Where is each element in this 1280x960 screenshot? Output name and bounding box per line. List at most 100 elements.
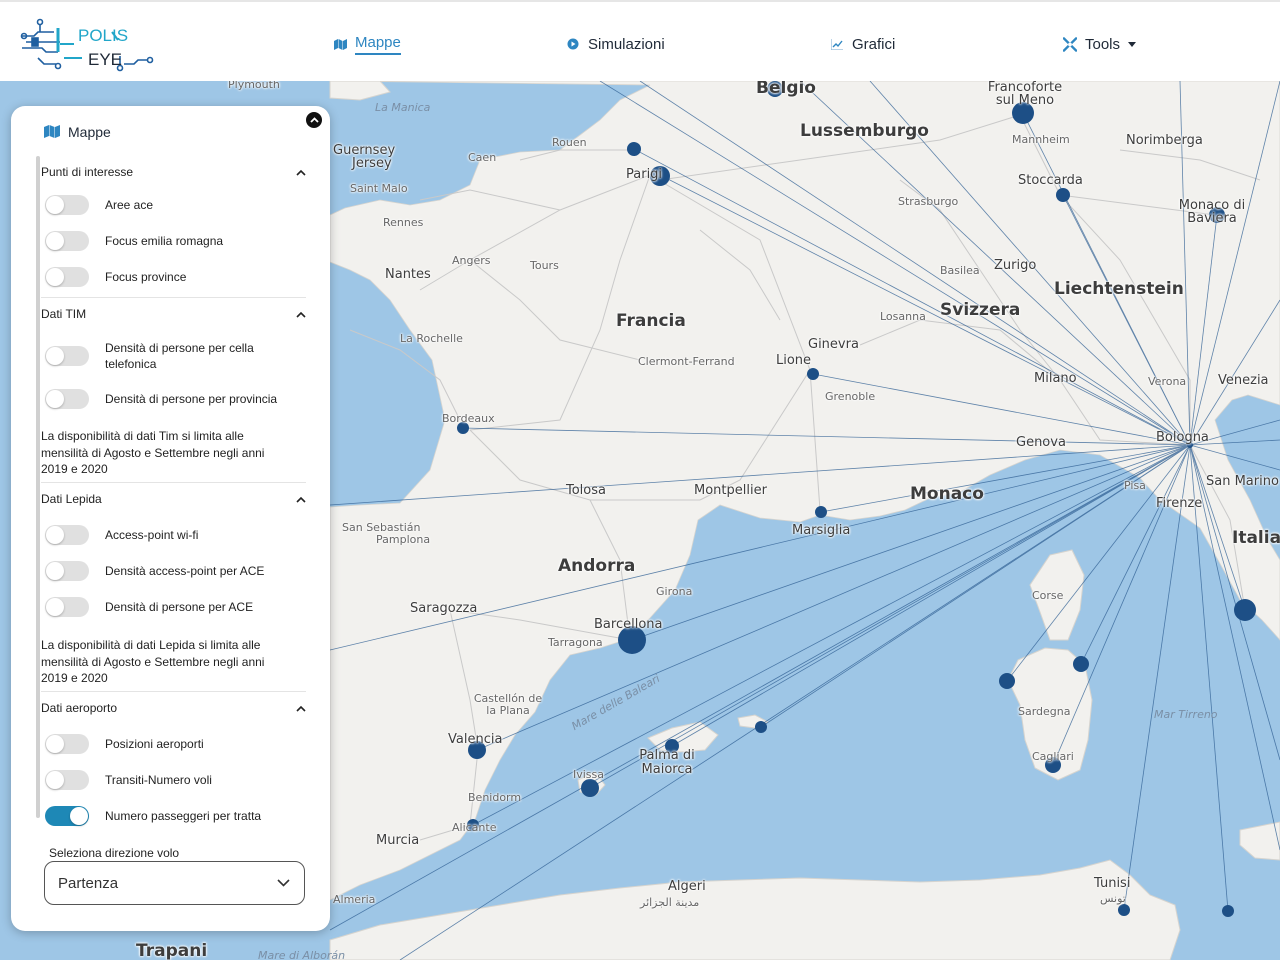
toggle-row-densita-provincia: Densità di persone per provincia: [41, 389, 306, 409]
tim-availability-note: La disponibilità di dati Tim si limita a…: [41, 429, 265, 476]
toggle-switch[interactable]: [45, 389, 89, 409]
panel-scrollbar[interactable]: [36, 156, 40, 818]
toggle-switch-on[interactable]: [45, 806, 89, 826]
map-label-italia: Italia: [1232, 528, 1280, 548]
toggle-row-densita-cella: Densità di persone per cella telefonica: [41, 340, 306, 372]
chevron-down-icon: [277, 879, 290, 887]
section-dati-lepida[interactable]: Dati Lepida: [41, 487, 306, 511]
nav-tools-label: Tools: [1085, 35, 1121, 53]
chevron-up-icon: [309, 117, 319, 123]
nav-grafici[interactable]: Grafici: [830, 32, 895, 56]
map-label-sardegna: Sardegna: [1018, 705, 1071, 718]
map-label-caen: Caen: [468, 151, 497, 164]
toggle-knob: [46, 598, 64, 616]
map-label-parigi: Parigi: [626, 167, 663, 182]
collapse-panel-button[interactable]: [306, 112, 322, 128]
map-label-cagliari: Cagliari: [1032, 750, 1074, 763]
map-label-mannheim: Mannheim: [1012, 133, 1070, 146]
map-label-liechtenstein: Liechtenstein: [1054, 279, 1184, 299]
toggle-row-focus-province: Focus province: [41, 267, 306, 287]
airport-tunisi: [1118, 904, 1130, 916]
toggle-switch[interactable]: [45, 597, 89, 617]
map-label-monaco-baviera: Monaco di Baviera: [1178, 198, 1246, 226]
map-label-pisa: Pisa: [1124, 479, 1146, 492]
toggle-knob: [46, 735, 64, 753]
map-label-saragozza: Saragozza: [410, 601, 478, 616]
airport-lione: [807, 368, 819, 380]
lepida-availability-note: La disponibilità di dati Lepida si limit…: [41, 638, 265, 685]
section-divider: [41, 691, 306, 692]
map-label-svizzera: Svizzera: [940, 300, 1021, 320]
map-label-losanna: Losanna: [880, 310, 926, 323]
toggle-switch[interactable]: [45, 525, 89, 545]
toggle-row-transiti-numero-voli: Transiti-Numero voli: [41, 770, 306, 790]
map-label-verona: Verona: [1148, 375, 1187, 388]
toggle-label: Aree ace: [105, 198, 154, 212]
direzione-volo-select[interactable]: Partenza: [44, 861, 305, 905]
section-punti-di-interesse[interactable]: Punti di interesse: [41, 160, 306, 184]
map-label-alicante: Alicante: [452, 821, 497, 834]
airport-monastir: [1222, 905, 1234, 917]
nav-tools-dropdown[interactable]: Tools: [1063, 32, 1137, 56]
toggle-switch[interactable]: [45, 231, 89, 251]
map-label-lione: Lione: [776, 353, 812, 368]
map-label-angers: Angers: [452, 254, 491, 267]
map-label-jersey: Jersey: [352, 156, 392, 171]
toggle-label: Access-point wi-fi: [105, 528, 199, 542]
map-label-lussemburgo: Lussemburgo: [800, 121, 929, 141]
layers-panel: Mappe Punti di interesse Aree ace Focus …: [11, 106, 330, 931]
nav-simulazioni-label: Simulazioni: [588, 35, 665, 53]
nav-simulazioni[interactable]: Simulazioni: [566, 32, 665, 56]
map-label-pamplona: Pamplona: [376, 533, 431, 546]
map-label-nantes: Nantes: [385, 267, 431, 282]
airport-menorca: [755, 721, 767, 733]
toggle-label: Densità di persone per ACE: [105, 600, 254, 614]
airport-olbia: [1073, 656, 1089, 672]
panel-title: Mappe: [68, 124, 111, 140]
map-label-girona: Girona: [656, 585, 693, 598]
toggle-label: Numero passeggeri per tratta: [105, 809, 262, 823]
toggle-knob: [46, 390, 64, 408]
toggle-label: Densità access-point per ACE: [105, 564, 265, 578]
tools-icon: [1063, 36, 1077, 52]
toggle-switch[interactable]: [45, 561, 89, 581]
map-label-gibilterra: Trapani: [136, 941, 208, 960]
caret-down-icon: [1128, 41, 1137, 47]
map-label-basilea: Basilea: [940, 264, 980, 277]
map-label-ivissa: Ivissa: [573, 768, 605, 781]
toggle-label: Transiti-Numero voli: [105, 773, 212, 787]
toggle-knob: [70, 807, 88, 825]
map-label-bordeaux: Bordeaux: [442, 412, 495, 425]
toggle-label: Focus province: [105, 270, 187, 284]
toggle-row-posizioni-aeroporti: Posizioni aeroporti: [41, 734, 306, 754]
toggle-row-numero-passeggeri: Numero passeggeri per tratta: [41, 806, 306, 826]
map-label-rouen: Rouen: [552, 136, 587, 149]
section-dati-aeroporto[interactable]: Dati aeroporto: [41, 696, 306, 720]
airport-roma: [1234, 599, 1256, 621]
section-title: Dati TIM: [41, 307, 87, 321]
map-label-murcia: Murcia: [376, 833, 420, 848]
toggle-row-densita-access-point: Densità access-point per ACE: [41, 561, 306, 581]
toggle-knob: [46, 268, 64, 286]
toggle-switch[interactable]: [45, 770, 89, 790]
panel-header: Mappe: [44, 124, 111, 140]
map-label-bologna: Bologna: [1156, 430, 1209, 445]
toggle-row-focus-emilia-romagna: Focus emilia romagna: [41, 231, 306, 251]
toggle-switch[interactable]: [45, 346, 89, 366]
map-label-francoforte: Francoforte sul Meno: [987, 81, 1063, 108]
toggle-knob: [46, 196, 64, 214]
toggle-knob: [46, 347, 64, 365]
section-divider: [41, 297, 306, 298]
nav-grafici-label: Grafici: [852, 35, 896, 53]
polis-eye-logo[interactable]: POLIS EYE: [20, 14, 155, 72]
map-label-benidorm: Benidorm: [468, 791, 522, 804]
map-label-venezia: Venezia: [1218, 373, 1269, 388]
section-dati-tim[interactable]: Dati TIM: [41, 302, 306, 326]
toggle-switch[interactable]: [45, 195, 89, 215]
toggle-switch[interactable]: [45, 734, 89, 754]
nav-mappe[interactable]: Mappe: [333, 32, 401, 56]
map-label-almeria: Almeria: [333, 893, 376, 906]
map-label-corse: Corse: [1032, 589, 1064, 602]
toggle-switch[interactable]: [45, 267, 89, 287]
direzione-volo-label: Seleziona direzione volo: [49, 846, 180, 860]
